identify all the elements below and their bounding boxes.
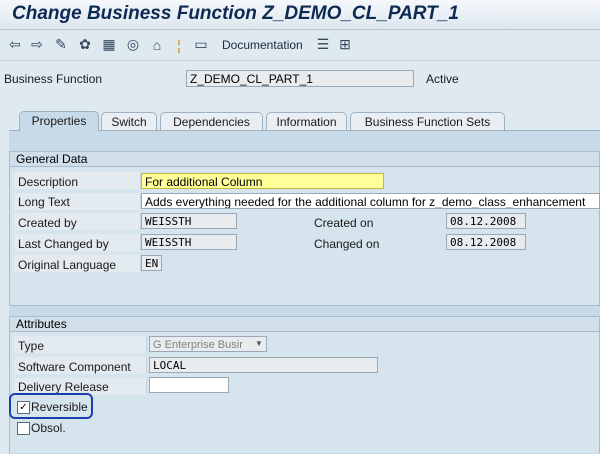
delivery-release-input[interactable] xyxy=(149,377,229,393)
type-dropdown[interactable]: G Enterprise Busir ▼ xyxy=(149,336,267,352)
forward-arrow-icon[interactable]: ⇨ xyxy=(28,36,46,53)
obsol-checkbox[interactable] xyxy=(17,422,30,435)
edit-pencil-icon[interactable]: ✎ xyxy=(52,36,70,53)
display-change-icon[interactable]: ✿ xyxy=(76,36,94,53)
business-function-label: Business Function xyxy=(4,72,103,86)
obsol-label: Obsol. xyxy=(31,421,66,435)
description-label: Description xyxy=(18,175,79,189)
long-text-label: Long Text xyxy=(18,195,70,209)
tab-switch[interactable]: Switch xyxy=(101,112,157,130)
delivery-release-label: Delivery Release xyxy=(18,380,109,394)
title-bar: Change Business Function Z_DEMO_CL_PART_… xyxy=(0,0,600,30)
type-dropdown-value: G Enterprise Busir xyxy=(153,339,243,351)
changed-by-field: WEISSTH xyxy=(141,234,237,250)
created-by-field: WEISSTH xyxy=(141,213,237,229)
created-on-field: 08.12.2008 xyxy=(446,213,526,229)
tab-dependencies[interactable]: Dependencies xyxy=(160,112,263,130)
description-input[interactable]: For additional Column xyxy=(141,173,384,189)
tab-information[interactable]: Information xyxy=(266,112,347,130)
tab-business-function-sets[interactable]: Business Function Sets xyxy=(350,112,505,130)
layout-icon[interactable]: ▭ xyxy=(192,36,210,53)
software-component-label: Software Component xyxy=(18,360,131,374)
original-language-field: EN xyxy=(141,255,162,271)
documentation-button[interactable]: Documentation xyxy=(222,38,303,52)
tab-properties[interactable]: Properties xyxy=(19,111,99,131)
business-function-field[interactable]: Z_DEMO_CL_PART_1 xyxy=(186,70,414,87)
changed-on-field: 08.12.2008 xyxy=(446,234,526,250)
created-by-label: Created by xyxy=(18,216,77,230)
structure-icon[interactable]: ⊞ xyxy=(336,36,354,53)
original-language-label: Original Language xyxy=(18,258,117,272)
reversible-checkbox[interactable]: ✓ xyxy=(17,401,30,414)
application-toolbar: ⇦ ⇨ ✎ ✿ ▦ ◎ ⌂ ¦ ▭ Documentation ☰ ⊞ xyxy=(0,30,600,61)
status-text: Active xyxy=(426,72,459,86)
changed-by-label: Last Changed by xyxy=(18,237,109,251)
info-icon[interactable]: ¦ xyxy=(170,36,188,53)
changed-on-label: Changed on xyxy=(314,237,380,251)
attributes-title: Attributes xyxy=(10,317,599,332)
page-title: Change Business Function Z_DEMO_CL_PART_… xyxy=(12,3,459,24)
reversible-label: Reversible xyxy=(31,400,88,414)
where-used-icon[interactable]: ◎ xyxy=(124,36,142,53)
general-data-title: General Data xyxy=(10,152,599,167)
long-text-input[interactable]: Adds everything needed for the additiona… xyxy=(141,193,600,209)
object-list-icon[interactable]: ▦ xyxy=(100,36,118,53)
checkmark-icon: ✓ xyxy=(19,402,28,413)
print-icon[interactable]: ☰ xyxy=(314,36,332,53)
back-arrow-icon[interactable]: ⇦ xyxy=(6,36,24,53)
type-label: Type xyxy=(18,339,45,353)
created-on-label: Created on xyxy=(314,216,374,230)
chevron-down-icon[interactable]: ▼ xyxy=(252,337,266,351)
hierarchy-icon[interactable]: ⌂ xyxy=(148,36,166,53)
software-component-field: LOCAL xyxy=(149,357,378,373)
